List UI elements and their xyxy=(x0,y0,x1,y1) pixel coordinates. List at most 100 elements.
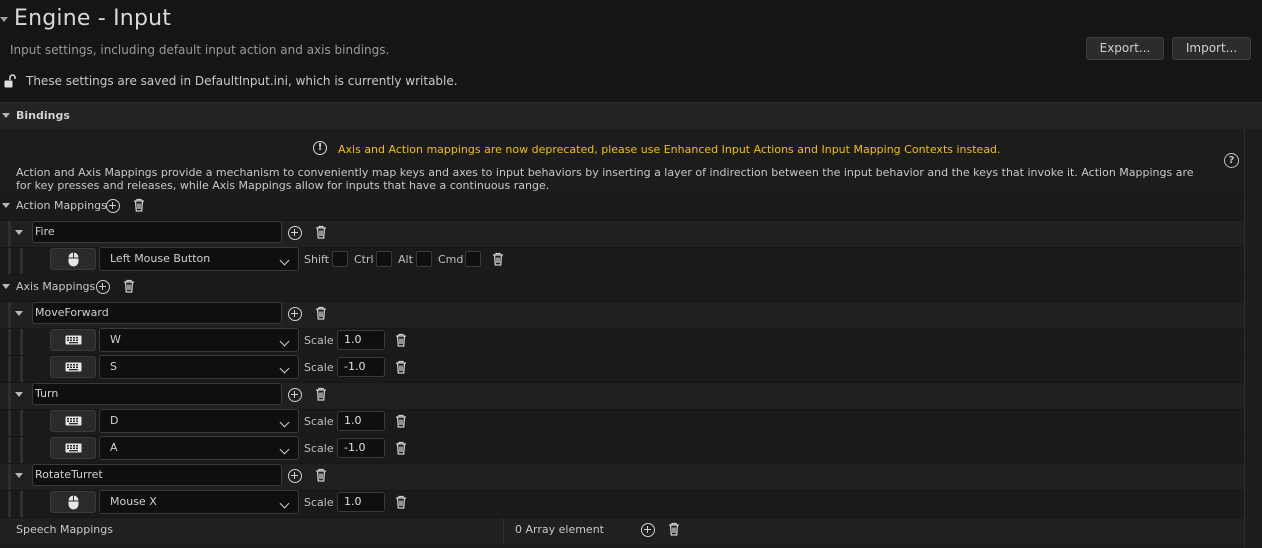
key-capture-button[interactable] xyxy=(50,491,96,513)
title-collapse-caret-icon[interactable] xyxy=(0,17,8,22)
action-mappings-label: Action Mappings xyxy=(16,199,107,212)
key-selector-s[interactable]: S xyxy=(99,355,299,379)
remove-key-trash-icon[interactable] xyxy=(395,360,407,374)
indent-bar xyxy=(8,437,11,463)
indent-bar xyxy=(20,437,23,463)
remove-rotateturret-trash-icon[interactable] xyxy=(315,468,327,482)
action-mappings-row xyxy=(0,193,1244,220)
indent-bar xyxy=(8,329,11,355)
fire-caret-icon[interactable] xyxy=(15,230,23,235)
turn-caret-icon[interactable] xyxy=(15,392,23,397)
ctrl-checkbox[interactable] xyxy=(376,251,392,267)
key-selector-a[interactable]: A xyxy=(99,436,299,460)
ctrl-label: Ctrl xyxy=(354,253,374,266)
shift-checkbox[interactable] xyxy=(332,251,348,267)
key-selector-mouse-x[interactable]: Mouse X xyxy=(99,490,299,514)
import-button[interactable]: Import... xyxy=(1172,37,1251,60)
remove-key-trash-icon[interactable] xyxy=(395,441,407,455)
key-capture-button[interactable] xyxy=(50,410,96,432)
indent-bar xyxy=(8,491,11,517)
page-title: Engine - Input xyxy=(14,6,172,31)
axis-name-input-turn[interactable]: Turn xyxy=(32,383,282,405)
chevron-down-icon xyxy=(279,498,290,509)
key-selector-fire[interactable]: Left Mouse Button xyxy=(99,247,299,271)
key-capture-button[interactable] xyxy=(50,437,96,459)
clear-action-mappings-trash-icon[interactable] xyxy=(133,198,145,212)
add-rotateturret-key-icon[interactable] xyxy=(288,469,302,483)
axis-mappings-label: Axis Mappings xyxy=(16,280,96,293)
key-capture-button[interactable] xyxy=(50,329,96,351)
scale-input-s[interactable]: -1.0 xyxy=(337,357,385,377)
axis-name-input-rotateturret[interactable]: RotateTurret xyxy=(32,464,282,486)
key-selector-value: S xyxy=(110,360,117,373)
remove-fire-trash-icon[interactable] xyxy=(315,225,327,239)
rotateturret-caret-icon[interactable] xyxy=(15,473,23,478)
cmd-label: Cmd xyxy=(438,253,464,266)
add-speech-mapping-icon[interactable] xyxy=(641,523,655,537)
bindings-collapse-caret-icon[interactable] xyxy=(2,113,10,118)
scale-label: Scale xyxy=(304,442,334,455)
indent-bar xyxy=(20,491,23,517)
moveforward-caret-icon[interactable] xyxy=(15,311,23,316)
scale-input-a[interactable]: -1.0 xyxy=(337,438,385,458)
indent-bar xyxy=(8,356,11,382)
keyboard-icon xyxy=(65,443,82,453)
remove-key-trash-icon[interactable] xyxy=(492,252,504,266)
remove-key-trash-icon[interactable] xyxy=(395,333,407,347)
alt-checkbox[interactable] xyxy=(416,251,432,267)
keyboard-icon xyxy=(65,416,82,426)
indent-bar xyxy=(20,410,23,436)
indent-bar xyxy=(8,248,11,274)
remove-moveforward-trash-icon[interactable] xyxy=(315,306,327,320)
add-turn-key-icon[interactable] xyxy=(288,388,302,402)
indent-bar xyxy=(8,464,11,490)
add-fire-key-icon[interactable] xyxy=(288,226,302,240)
key-capture-button[interactable] xyxy=(50,356,96,378)
indent-bar xyxy=(20,356,23,382)
key-selector-value: Left Mouse Button xyxy=(110,252,211,265)
page-subtitle: Input settings, including default input … xyxy=(10,43,390,57)
bindings-section-header[interactable] xyxy=(0,102,1262,129)
bindings-description: Action and Axis Mappings provide a mecha… xyxy=(16,166,1194,192)
alt-label: Alt xyxy=(398,253,413,266)
speech-mappings-label: Speech Mappings xyxy=(16,523,113,536)
indent-bar xyxy=(20,329,23,355)
chevron-down-icon xyxy=(279,444,290,455)
scrollbar-gutter xyxy=(1244,129,1245,548)
warning-icon: ! xyxy=(313,141,327,155)
bindings-section-label: Bindings xyxy=(16,109,70,122)
scale-input-w[interactable]: 1.0 xyxy=(337,330,385,350)
scale-input-mouse-x[interactable]: 1.0 xyxy=(337,492,385,512)
add-moveforward-key-icon[interactable] xyxy=(288,307,302,321)
axis-name-input-moveforward[interactable]: MoveForward xyxy=(32,302,282,324)
indent-bar xyxy=(20,248,23,274)
remove-turn-trash-icon[interactable] xyxy=(315,387,327,401)
column-divider xyxy=(503,518,504,544)
keyboard-icon xyxy=(65,335,82,345)
axis-mappings-caret-icon[interactable] xyxy=(2,284,10,289)
key-selector-w[interactable]: W xyxy=(99,328,299,352)
action-name-input-fire[interactable]: Fire xyxy=(32,221,282,243)
remove-key-trash-icon[interactable] xyxy=(395,495,407,509)
key-selector-value: A xyxy=(110,441,118,454)
key-selector-d[interactable]: D xyxy=(99,409,299,433)
chevron-down-icon xyxy=(279,417,290,428)
help-icon[interactable]: ? xyxy=(1224,153,1239,168)
clear-speech-mappings-trash-icon[interactable] xyxy=(668,522,680,536)
chevron-down-icon xyxy=(279,255,290,266)
deprecation-warning: Axis and Action mappings are now depreca… xyxy=(338,143,1001,156)
scale-label: Scale xyxy=(304,334,334,347)
indent-bar xyxy=(8,221,11,247)
remove-key-trash-icon[interactable] xyxy=(395,414,407,428)
scale-label: Scale xyxy=(304,496,334,509)
export-button[interactable]: Export... xyxy=(1086,37,1164,60)
add-axis-mapping-icon[interactable] xyxy=(96,280,110,294)
add-action-mapping-icon[interactable] xyxy=(106,199,120,213)
cmd-checkbox[interactable] xyxy=(465,251,481,267)
clear-axis-mappings-trash-icon[interactable] xyxy=(123,279,135,293)
action-mappings-caret-icon[interactable] xyxy=(2,203,10,208)
key-capture-button[interactable] xyxy=(50,248,96,270)
scale-input-d[interactable]: 1.0 xyxy=(337,411,385,431)
key-selector-value: Mouse X xyxy=(110,495,157,508)
keyboard-icon xyxy=(65,362,82,372)
